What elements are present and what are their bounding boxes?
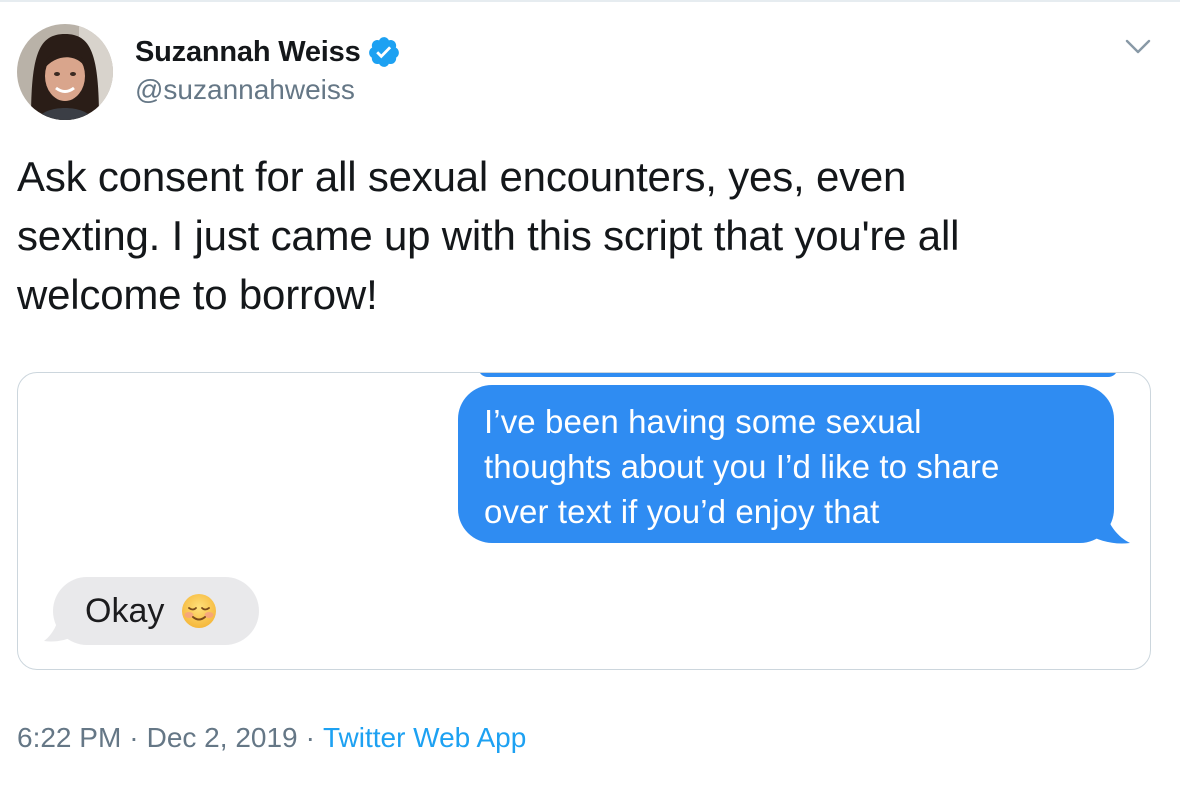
media-card[interactable]: I’ve been having some sexual thoughts ab… — [17, 372, 1151, 670]
sent-message-bubble: I’ve been having some sexual thoughts ab… — [458, 385, 1114, 543]
author-handle[interactable]: @suzannahweiss — [135, 74, 355, 106]
tweet-source-link[interactable]: Twitter Web App — [323, 722, 526, 753]
tweet-text: Ask consent for all sexual encounters, y… — [17, 153, 960, 318]
verified-badge-icon — [367, 35, 401, 69]
smiling-face-icon — [180, 592, 218, 630]
author-name-row[interactable]: Suzannah Weiss — [135, 32, 401, 72]
sent-message-text: I’ve been having some sexual thoughts ab… — [484, 403, 1000, 530]
avatar-image — [17, 24, 113, 120]
tweet-metadata: 6:22 PM · Dec 2, 2019 · Twitter Web App — [17, 722, 526, 754]
top-divider — [0, 0, 1180, 2]
avatar[interactable] — [17, 24, 113, 120]
display-name: Suzannah Weiss — [135, 35, 361, 68]
received-message-bubble: Okay — [53, 577, 259, 645]
meta-separator: · — [305, 722, 315, 753]
received-message-text: Okay — [85, 591, 165, 630]
tweet-time[interactable]: 6:22 PM — [17, 722, 121, 753]
chevron-down-icon[interactable] — [1124, 36, 1152, 58]
previous-message-edge — [478, 373, 1118, 377]
meta-separator: · — [129, 722, 139, 753]
tweet-date[interactable]: Dec 2, 2019 — [147, 722, 298, 753]
